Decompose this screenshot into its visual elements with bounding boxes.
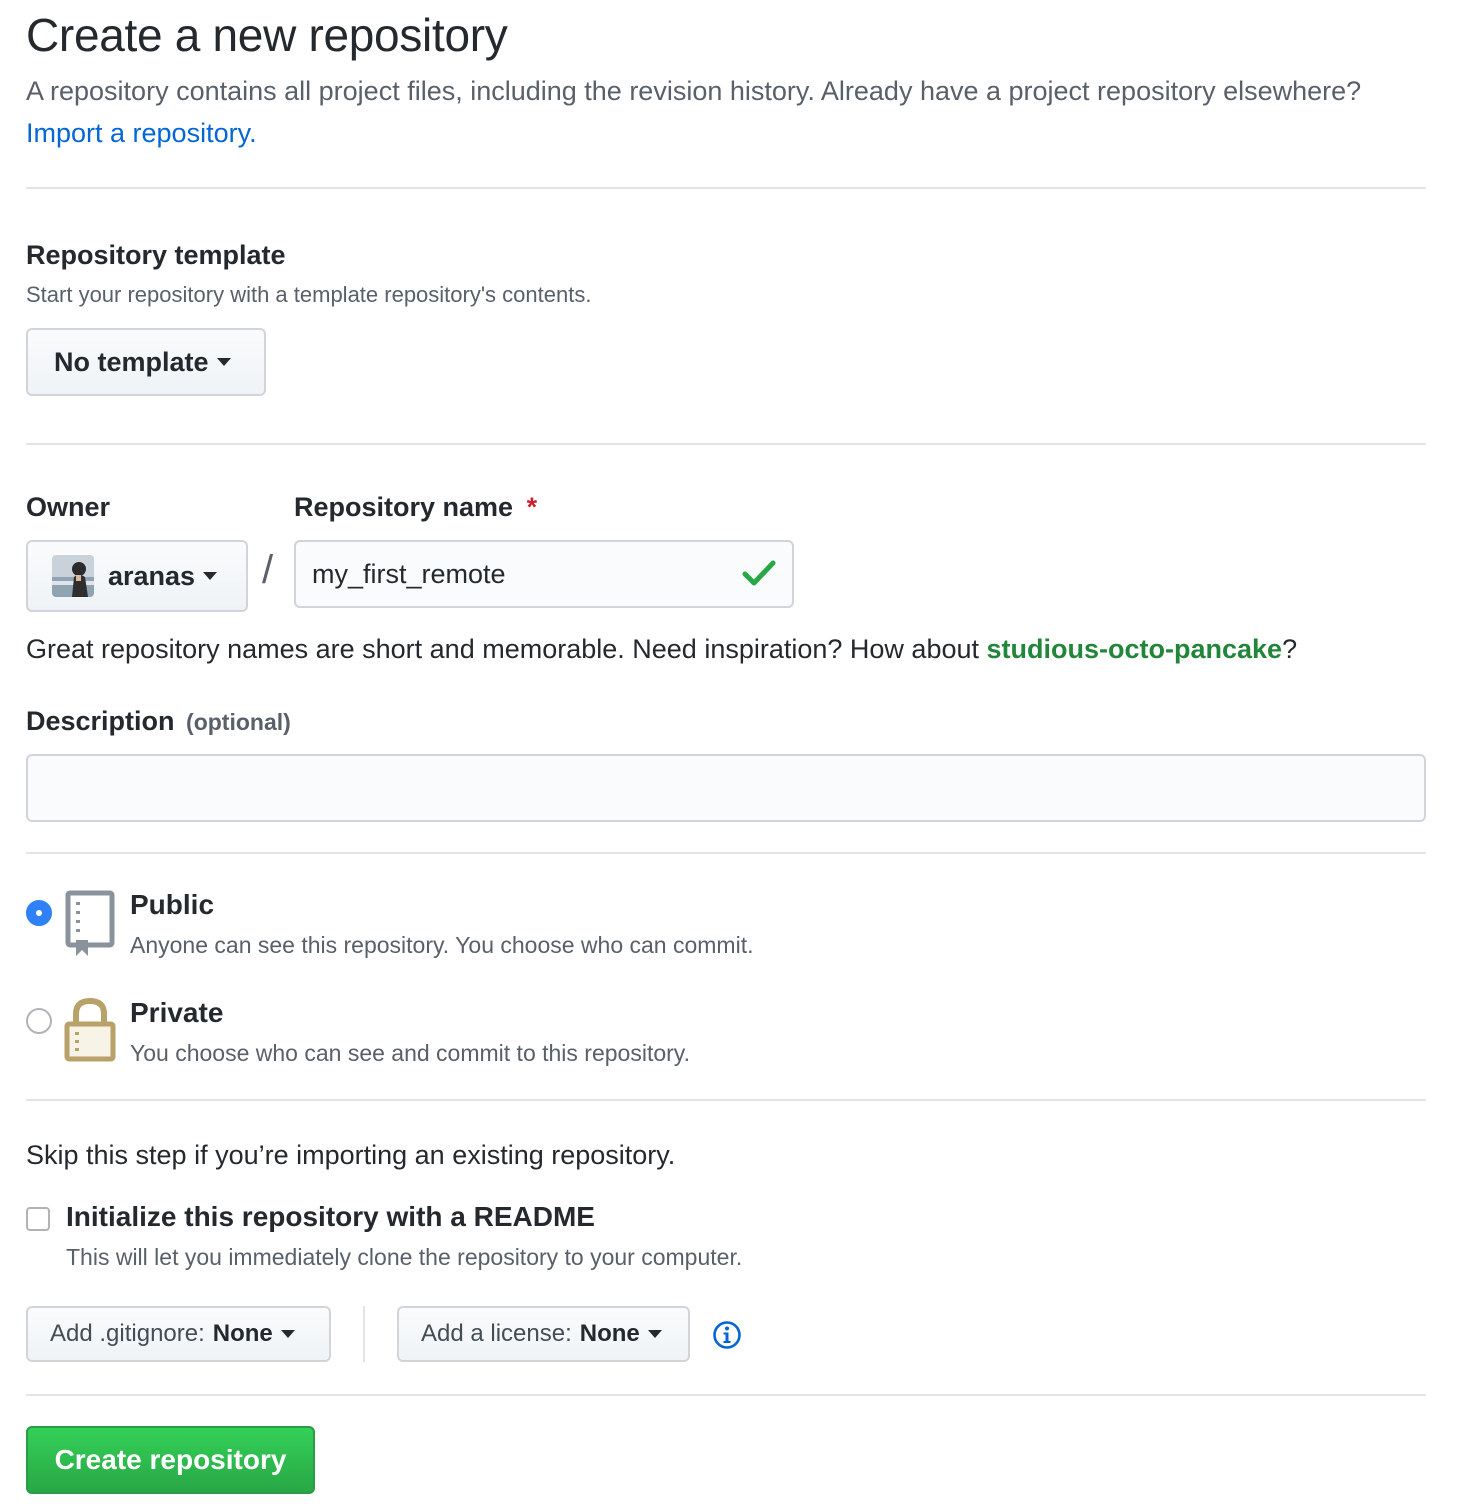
description-input[interactable] xyxy=(26,754,1426,822)
public-description: Anyone can see this repository. You choo… xyxy=(130,932,754,958)
suggestion-text: Great repository names are short and mem… xyxy=(26,634,979,664)
repository-name-label-text: Repository name xyxy=(294,492,514,522)
gitignore-value: None xyxy=(212,1320,273,1347)
divider xyxy=(26,187,1426,189)
description-label: Description (optional) xyxy=(26,706,291,737)
intro-text: A repository contains all project files,… xyxy=(26,70,1406,154)
license-dropdown-button[interactable]: Add a license: None xyxy=(397,1306,690,1362)
divider xyxy=(26,443,1426,445)
gitignore-prefix: Add .gitignore: xyxy=(50,1320,205,1347)
readme-checkbox[interactable] xyxy=(26,1207,50,1231)
chevron-down-icon xyxy=(280,1330,295,1338)
lock-icon xyxy=(64,998,116,1062)
divider xyxy=(26,852,1426,854)
readme-description: This will let you immediately clone the … xyxy=(66,1244,743,1270)
license-value: None xyxy=(579,1320,640,1347)
create-repository-button[interactable]: Create repository xyxy=(26,1426,315,1494)
repository-name-value: my_first_remote xyxy=(312,558,506,589)
template-note: Start your repository with a template re… xyxy=(26,282,592,307)
private-description: You choose who can see and commit to thi… xyxy=(130,1040,690,1066)
public-title: Public xyxy=(130,889,215,920)
owner-label: Owner xyxy=(26,492,111,522)
divider xyxy=(26,1099,1426,1101)
repository-name-input[interactable]: my_first_remote xyxy=(294,540,794,608)
divider xyxy=(26,1394,1426,1396)
owner-repo-separator: / xyxy=(262,548,274,592)
vertical-divider xyxy=(363,1306,365,1362)
license-prefix: Add a license: xyxy=(421,1320,572,1347)
chevron-down-icon xyxy=(216,358,231,366)
info-icon[interactable] xyxy=(712,1320,742,1350)
chevron-down-icon xyxy=(647,1330,662,1338)
required-marker: * xyxy=(526,492,538,522)
suggestion-suffix: ? xyxy=(1282,634,1298,664)
owner-name: aranas xyxy=(108,560,196,591)
gitignore-dropdown-button[interactable]: Add .gitignore: None xyxy=(26,1306,331,1362)
repository-name-label: Repository name * xyxy=(294,492,537,523)
name-suggestion: Great repository names are short and mem… xyxy=(26,634,1297,665)
optional-hint: (optional) xyxy=(186,709,291,735)
template-button-label: No template xyxy=(54,346,209,377)
owner-dropdown-button[interactable]: aranas xyxy=(26,540,248,612)
chevron-down-icon xyxy=(203,572,218,580)
check-icon xyxy=(742,560,776,586)
readme-label[interactable]: Initialize this repository with a README xyxy=(66,1201,595,1233)
private-title: Private xyxy=(130,997,224,1028)
template-heading: Repository template xyxy=(26,240,286,270)
avatar xyxy=(52,555,94,597)
intro-description: A repository contains all project files,… xyxy=(26,76,1362,106)
import-repository-link[interactable]: Import a repository. xyxy=(26,118,257,148)
skip-step-note: Skip this step if you’re importing an ex… xyxy=(26,1140,676,1170)
repo-book-icon xyxy=(65,890,115,956)
private-radio[interactable] xyxy=(26,1008,52,1034)
public-radio[interactable] xyxy=(26,900,52,926)
suggested-name-link[interactable]: studious-octo-pancake xyxy=(987,634,1283,664)
template-dropdown-button[interactable]: No template xyxy=(26,328,266,396)
description-label-text: Description xyxy=(26,706,175,736)
page-title: Create a new repository xyxy=(26,9,508,61)
